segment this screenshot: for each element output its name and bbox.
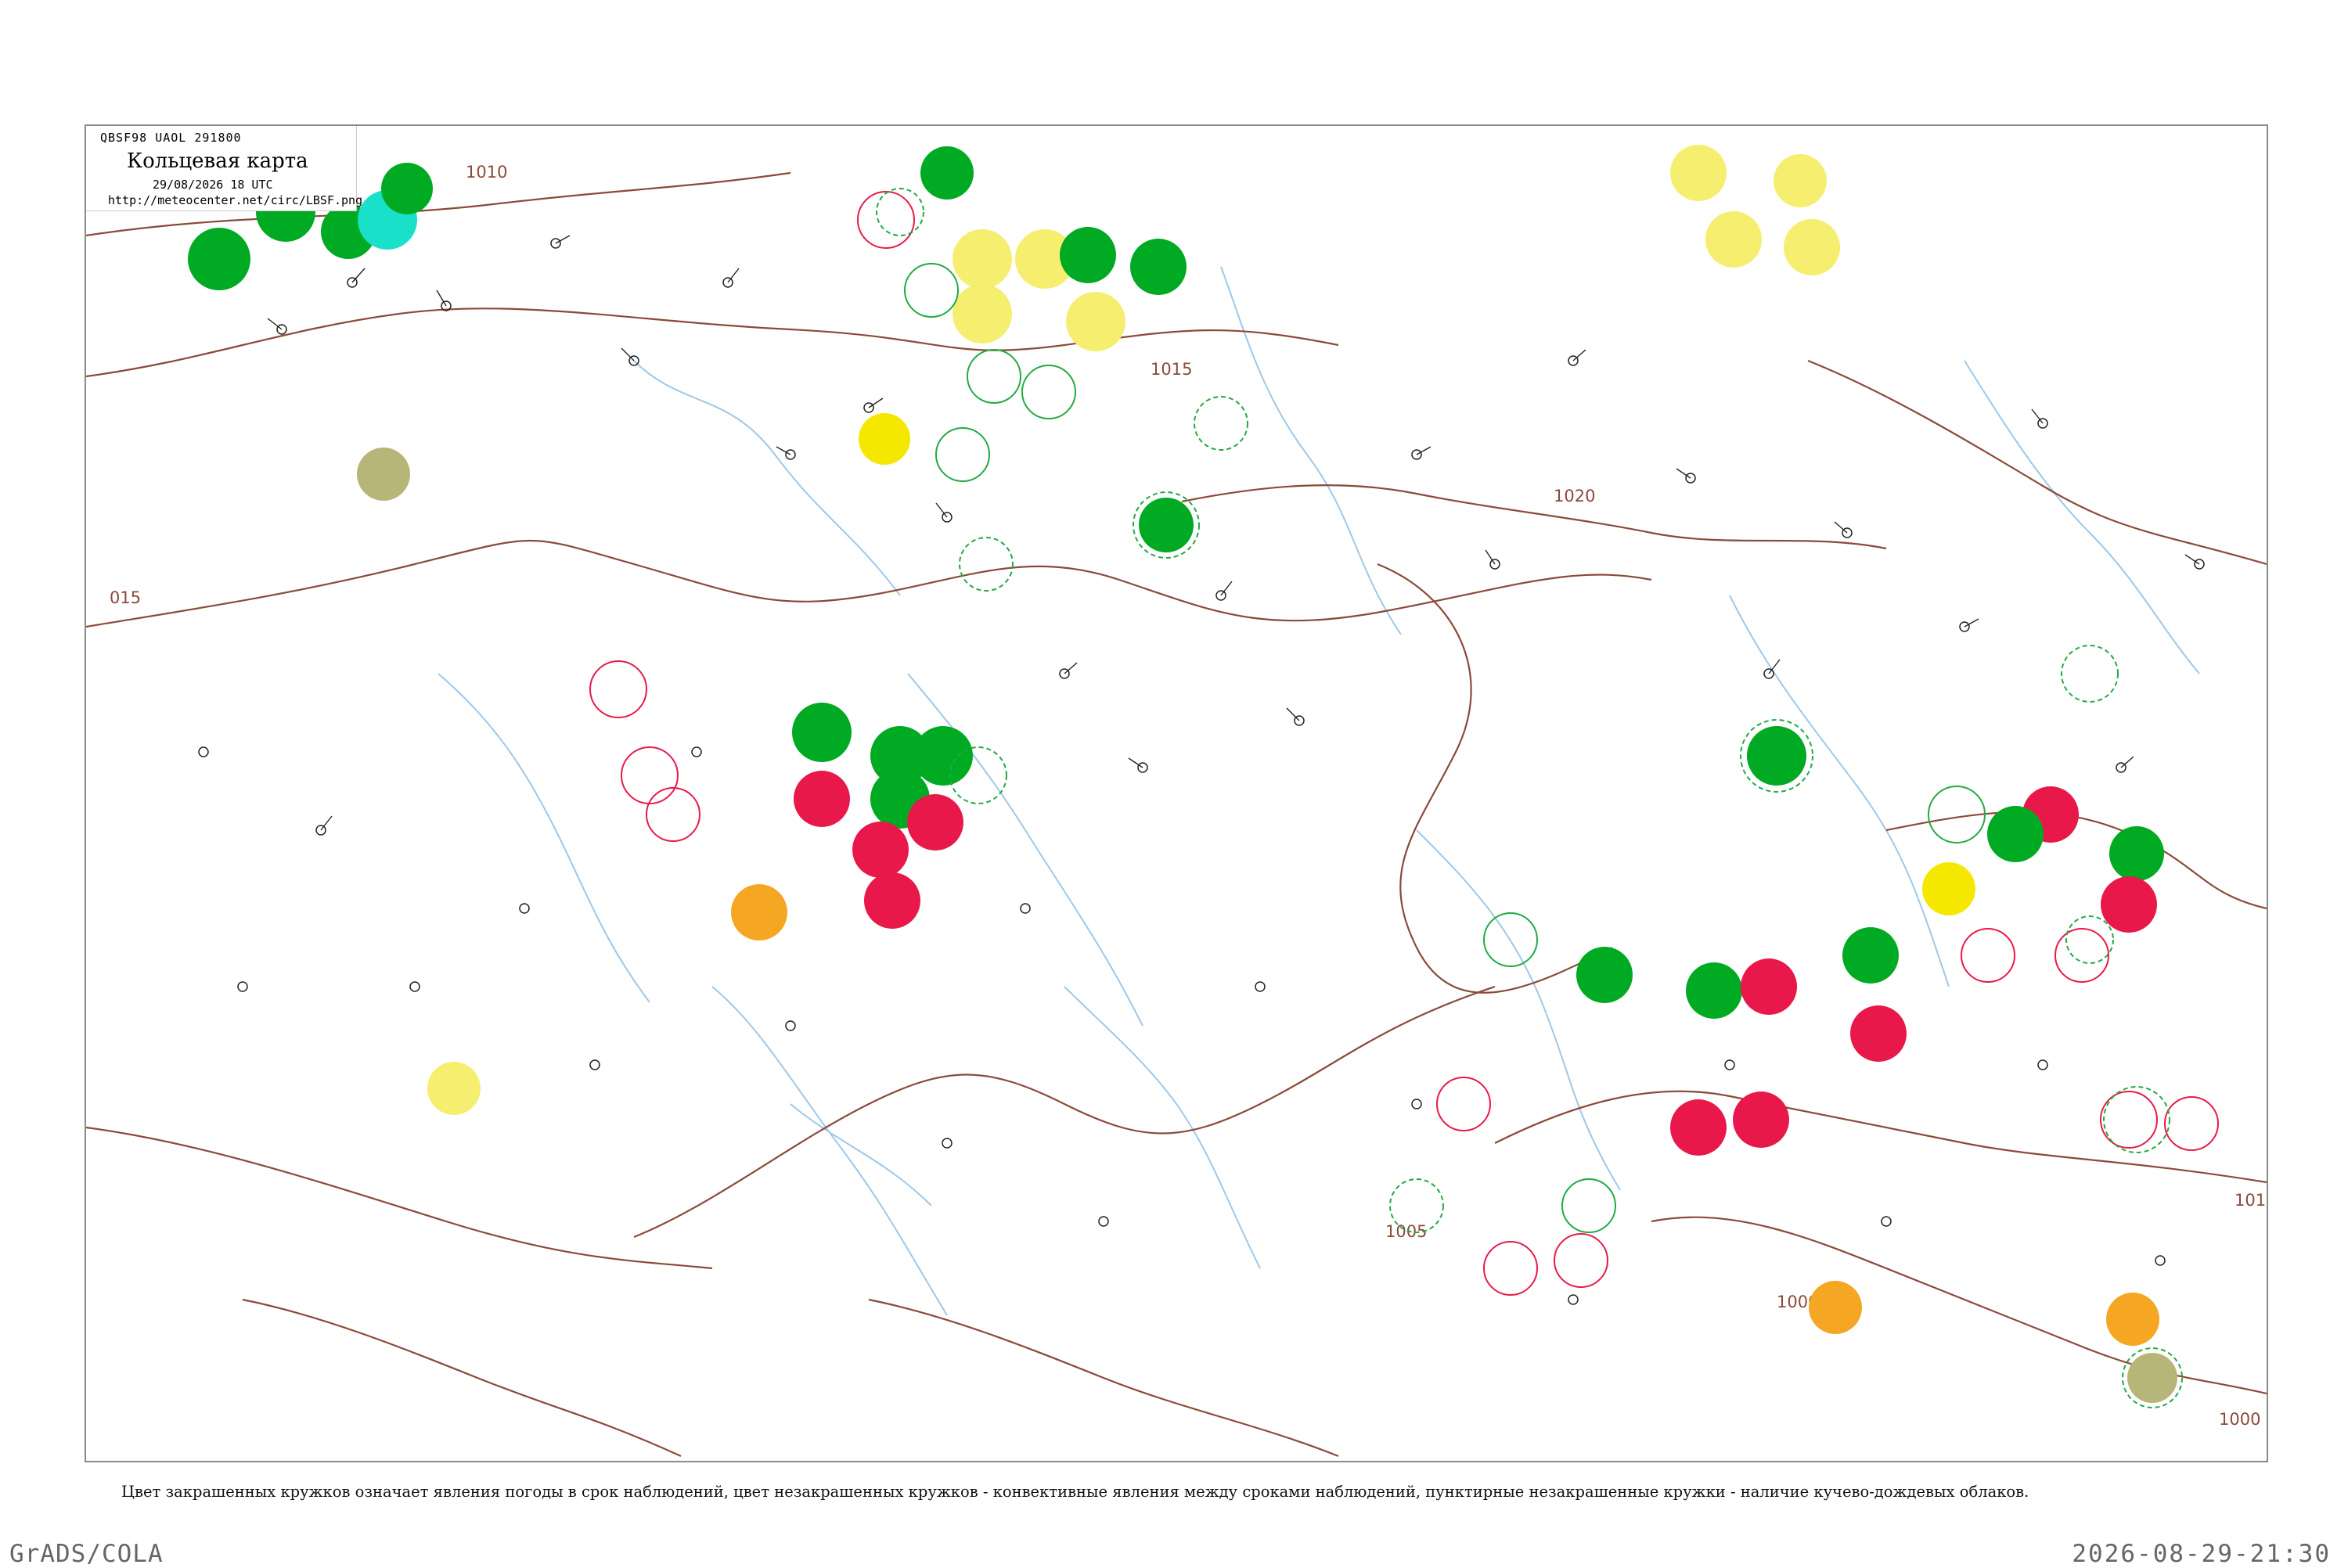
thunder-circle: [1670, 1099, 1727, 1156]
map-title: Кольцевая карта: [127, 149, 308, 173]
station-glyphs: [267, 235, 2200, 831]
fog-circle: [1784, 219, 1840, 275]
isobar-label: 101: [2235, 1191, 2266, 1210]
fog-circle: [427, 1062, 481, 1115]
rain-circle: [381, 163, 433, 214]
bulletin-code: QBSF98 UAOL 291800: [100, 131, 242, 145]
rain-circle: [1842, 927, 1899, 984]
software-credit: GrADS/COLA: [9, 1540, 164, 1568]
isobar-labels: 1010 1015 1020 1005 1000 015 101 1000: [110, 163, 2266, 1429]
map-title-box: QBSF98 UAOL 291800 Кольцевая карта 29/08…: [86, 126, 362, 211]
rain-circle: [2109, 826, 2164, 881]
isobar-label: 1010: [466, 163, 507, 182]
rivers: [438, 266, 2200, 1316]
thunder-circle: [1850, 1005, 1907, 1062]
rain-circle: [920, 146, 974, 200]
rain-circle: [1139, 498, 1194, 552]
rain-circle: [1747, 726, 1806, 786]
rain-circle: [1576, 947, 1633, 1003]
isobar-label: 1015: [1151, 360, 1192, 379]
render-timestamp: 2026-08-29-21:30: [2072, 1540, 2331, 1568]
dust-circle: [2106, 1293, 2159, 1346]
dust-circle: [1809, 1281, 1862, 1334]
strong-fog-circle: [1922, 862, 1975, 915]
strong-fog-circle: [859, 413, 910, 465]
map-frame: 1010 1015 1020 1005 1000 015 101 1000: [85, 124, 2268, 1462]
isobar-label: 1005: [1385, 1222, 1427, 1241]
dust-circle: [731, 884, 787, 940]
rain-circle: [1060, 227, 1116, 283]
isobar-label: 1020: [1554, 487, 1595, 505]
haze-circle: [357, 448, 410, 501]
rain-circle: [1130, 239, 1187, 295]
isobar-label: 1000: [2219, 1410, 2260, 1429]
rain-circle: [188, 228, 250, 290]
fog-circle: [1066, 292, 1125, 351]
thunder-circle: [907, 794, 963, 851]
rain-circle: [913, 726, 973, 786]
fog-circle: [1774, 154, 1827, 207]
thunder-circle: [1741, 958, 1797, 1015]
thunder-circle: [794, 771, 850, 827]
fog-circle: [1670, 145, 1727, 201]
haze-circle: [2127, 1353, 2177, 1403]
synoptic-map: 1010 1015 1020 1005 1000 015 101 1000: [86, 143, 2267, 1458]
map-legend-caption: Цвет закрашенных кружков означает явлени…: [121, 1483, 2029, 1501]
thunder-circle: [864, 872, 920, 929]
fog-circle: [953, 284, 1012, 343]
map-datetime: 29/08/2026 18 UTC: [153, 178, 273, 192]
fog-circle: [953, 229, 1012, 289]
rain-circle: [1686, 962, 1742, 1019]
map-source-url[interactable]: http://meteocenter.net/circ/LBSF.png: [108, 193, 362, 207]
thunder-circle: [2101, 876, 2157, 933]
rain-circle: [1987, 806, 2044, 862]
fog-circle: [1705, 211, 1762, 268]
thunder-circle: [1733, 1091, 1789, 1148]
isobar-label: 015: [110, 588, 141, 607]
thunder-circle: [852, 822, 909, 878]
rain-circle: [792, 703, 852, 762]
